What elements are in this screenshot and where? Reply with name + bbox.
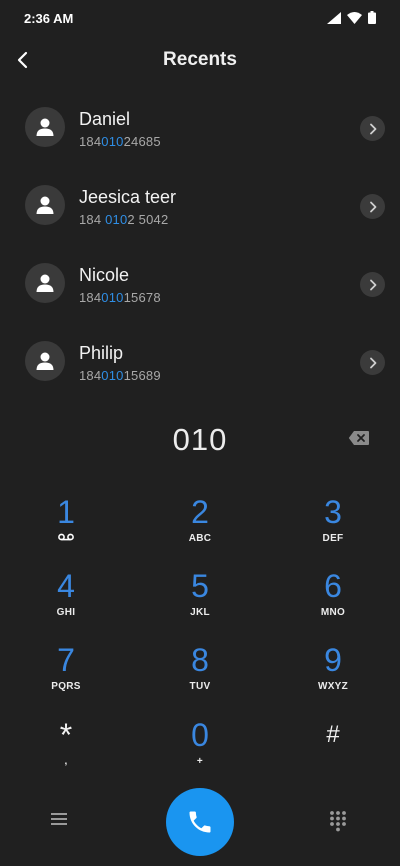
person-icon (36, 118, 54, 136)
key-hash[interactable]: # (278, 718, 388, 782)
key-letters: DEF (322, 533, 344, 544)
bottom-bar (0, 785, 400, 857)
key-6[interactable]: 6 MNO (278, 569, 388, 633)
dialed-number: 010 (172, 422, 228, 457)
chevron-right-icon (369, 201, 376, 212)
key-5[interactable]: 5 JKL (145, 569, 255, 633)
contact-number: 18401015678 (79, 290, 161, 305)
avatar (25, 341, 65, 381)
contact-detail-button[interactable] (360, 116, 385, 141)
number-part: 184 (79, 212, 106, 227)
key-0[interactable]: 0 + (145, 718, 255, 782)
backspace-button[interactable] (348, 430, 370, 446)
wifi-icon (347, 11, 362, 24)
contact-number: 18401015689 (79, 368, 161, 383)
key-digit: 1 (57, 494, 75, 530)
number-part: 15678 (123, 290, 161, 305)
backspace-icon (348, 431, 369, 445)
avatar (25, 107, 65, 147)
contact-number: 18401024685 (79, 134, 161, 149)
key-digit: 7 (57, 642, 75, 678)
key-digit: 3 (324, 494, 342, 530)
key-letters: + (196, 756, 204, 767)
key-letters (278, 756, 388, 768)
key-digit: 5 (191, 568, 209, 604)
key-letters: TUV (189, 681, 211, 692)
number-part: 24685 (123, 134, 161, 149)
key-digit: 2 (191, 494, 209, 530)
key-9[interactable]: 9 WXYZ (278, 643, 388, 707)
key-2[interactable]: 2 ABC (145, 495, 255, 559)
number-part: 184 (79, 134, 102, 149)
recent-item-nicole[interactable]: Nicole 18401015678 (0, 246, 400, 324)
contact-number: 184 0102 5042 (79, 212, 168, 227)
key-1[interactable]: 1 (11, 495, 121, 559)
contact-detail-button[interactable] (360, 194, 385, 219)
contact-name: Daniel (79, 109, 131, 129)
key-digit: # (326, 721, 340, 748)
contact-name: Nicole (79, 265, 130, 285)
header: Recents (0, 40, 400, 80)
key-letters: WXYZ (317, 681, 349, 692)
chevron-right-icon (369, 279, 376, 290)
contact-name: Jeesica teer (79, 187, 177, 207)
person-icon (36, 196, 54, 214)
key-letters: PQRS (51, 681, 81, 692)
key-8[interactable]: 8 TUV (145, 643, 255, 707)
key-digit: 8 (191, 642, 209, 678)
key-digit: 4 (57, 568, 75, 604)
person-icon (36, 352, 54, 370)
key-letters: , (64, 756, 68, 767)
key-letters: MNO (320, 607, 346, 618)
dialpad-toggle-button[interactable] (329, 810, 349, 832)
key-letters: GHI (56, 607, 76, 618)
number-part: 2 5042 (127, 212, 169, 227)
key-digit: * (59, 717, 73, 753)
menu-button[interactable] (50, 811, 72, 829)
recent-item-philip[interactable]: Philip 18401015689 (0, 324, 400, 402)
number-match: 010 (105, 212, 128, 227)
number-part: 15689 (123, 368, 161, 383)
number-part: 184 (79, 368, 102, 383)
status-bar: 2:36 AM (0, 0, 400, 36)
menu-icon (51, 813, 67, 825)
phone-icon (189, 811, 211, 833)
page-title: Recents (163, 49, 237, 70)
status-icons (327, 11, 376, 24)
number-match: 010 (101, 134, 124, 149)
key-star[interactable]: * , (11, 718, 121, 782)
key-letters: ABC (188, 533, 212, 544)
key-4[interactable]: 4 GHI (11, 569, 121, 633)
recents-list: Daniel 18401024685 Jeesica teer 184 0102… (0, 90, 400, 402)
key-letters: JKL (190, 607, 210, 618)
chevron-right-icon (369, 357, 376, 368)
signal-icon (327, 11, 341, 24)
key-digit: 6 (324, 568, 342, 604)
person-icon (36, 274, 54, 292)
contact-detail-button[interactable] (360, 350, 385, 375)
number-match: 010 (101, 368, 124, 383)
call-button[interactable] (166, 788, 234, 856)
contact-detail-button[interactable] (360, 272, 385, 297)
chevron-right-icon (369, 123, 376, 134)
key-3[interactable]: 3 DEF (278, 495, 388, 559)
avatar (25, 185, 65, 225)
key-digit: 9 (324, 642, 342, 678)
status-time: 2:36 AM (24, 11, 74, 26)
dial-display: 010 (0, 420, 400, 460)
contact-name: Philip (79, 343, 124, 363)
recent-item-daniel[interactable]: Daniel 18401024685 (0, 90, 400, 168)
avatar (25, 263, 65, 303)
voicemail-icon (58, 533, 74, 541)
number-match: 010 (101, 290, 124, 305)
battery-icon (368, 11, 376, 24)
number-part: 184 (79, 290, 102, 305)
key-7[interactable]: 7 PQRS (11, 643, 121, 707)
dialer-screen: 2:36 AM Recents Daniel 18401024685 Jeesi… (0, 0, 400, 866)
key-digit: 0 (191, 717, 209, 753)
dialpad-icon (330, 811, 346, 832)
recent-item-jeesica-teer[interactable]: Jeesica teer 184 0102 5042 (0, 168, 400, 246)
